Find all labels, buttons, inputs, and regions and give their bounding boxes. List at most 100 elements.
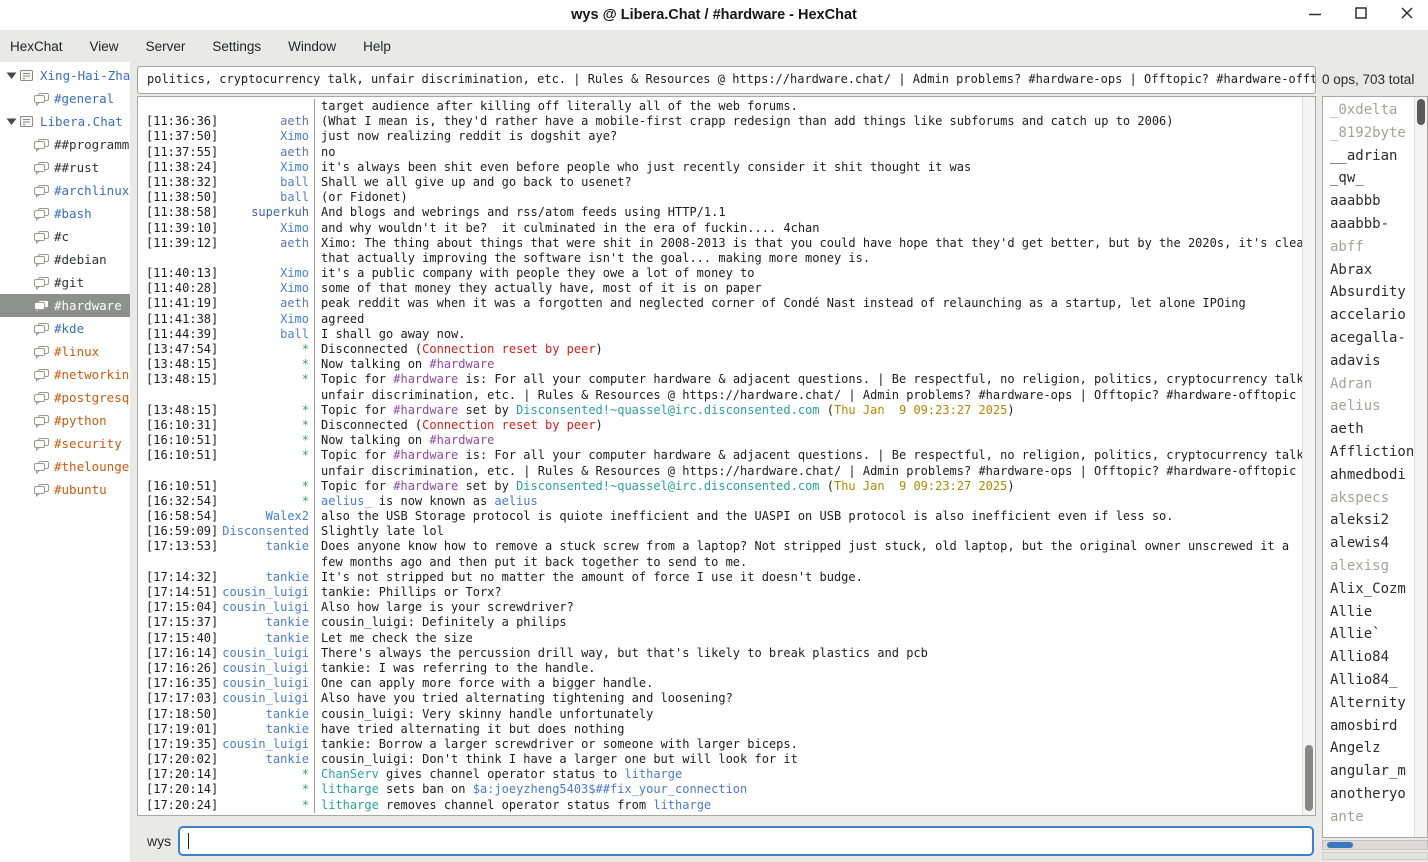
menu-item-window[interactable]: Window — [288, 39, 336, 54]
user-item[interactable]: Allie — [1330, 601, 1414, 624]
chat-nick[interactable]: * — [219, 433, 314, 448]
tree-channel-bash[interactable]: #bash — [0, 202, 130, 225]
chat-nick[interactable]: tankie — [219, 722, 314, 737]
chat-nick[interactable]: * — [219, 767, 314, 782]
chat-nick[interactable]: * — [219, 403, 314, 418]
user-item[interactable]: Abrax — [1330, 259, 1414, 282]
maximize-button[interactable] — [1344, 0, 1378, 30]
chat-nick[interactable]: * — [219, 479, 314, 494]
close-button[interactable] — [1390, 0, 1424, 30]
tree-channel-ubuntu[interactable]: #ubuntu — [0, 478, 130, 501]
expander-icon[interactable] — [3, 71, 19, 80]
user-item[interactable]: alexisg — [1330, 555, 1414, 578]
user-item[interactable]: Allio84_ — [1330, 669, 1414, 692]
chat-nick[interactable]: tankie — [219, 752, 314, 767]
chat-scrollbar[interactable] — [1302, 97, 1315, 815]
tree-server-libera-chat[interactable]: Libera.Chat — [0, 110, 130, 133]
tree-channel-c[interactable]: #c — [0, 225, 130, 248]
chat-nick[interactable]: tankie — [219, 707, 314, 722]
tree-channel-postgresql[interactable]: #postgresql — [0, 386, 130, 409]
chat-nick[interactable]: aeth — [219, 236, 314, 251]
user-item[interactable]: _8192byte — [1330, 122, 1414, 145]
chat-nick[interactable]: * — [219, 782, 314, 797]
chat-nick[interactable]: aeth — [219, 114, 314, 129]
user-item[interactable]: Alternity — [1330, 692, 1414, 715]
tree-channel-kde[interactable]: #kde — [0, 317, 130, 340]
chat-nick[interactable]: Ximo — [219, 266, 314, 281]
user-list-scrollbar-thumb[interactable] — [1417, 99, 1425, 125]
user-item[interactable]: aaabbb — [1330, 190, 1414, 213]
chat-nick[interactable]: ball — [219, 327, 314, 342]
user-item[interactable]: alewis4 — [1330, 532, 1414, 555]
chat-nick[interactable]: superkuh — [219, 205, 314, 220]
menu-item-help[interactable]: Help — [363, 39, 391, 54]
tree-server-xing-hai-zhan[interactable]: Xing-Hai-Zhan — [0, 64, 130, 87]
tree-channel-git[interactable]: #git — [0, 271, 130, 294]
user-list-scrollbar[interactable] — [1414, 97, 1427, 837]
user-item[interactable]: abff — [1330, 236, 1414, 259]
menu-item-hexchat[interactable]: HexChat — [10, 39, 63, 54]
menu-item-server[interactable]: Server — [146, 39, 186, 54]
chat-nick[interactable]: * — [219, 372, 314, 387]
expander-icon[interactable] — [3, 117, 19, 126]
chat-nick[interactable]: cousin_luigi — [219, 600, 314, 615]
chat-nick[interactable]: aeth — [219, 145, 314, 160]
chat-nick[interactable]: cousin_luigi — [219, 737, 314, 752]
chat-nick[interactable]: * — [219, 418, 314, 433]
menu-item-settings[interactable]: Settings — [212, 39, 261, 54]
user-item[interactable]: amosbird — [1330, 715, 1414, 738]
chat-nick[interactable]: Disconsented — [219, 524, 314, 539]
chat-nick[interactable]: cousin_luigi — [219, 661, 314, 676]
message-input[interactable] — [178, 826, 1314, 856]
chat-nick[interactable]: tankie — [219, 539, 314, 554]
user-item[interactable]: aleksi2 — [1330, 509, 1414, 532]
tree-channel-linux[interactable]: #linux — [0, 340, 130, 363]
chat-nick[interactable]: aeth — [219, 296, 314, 311]
user-item[interactable]: acegalla- — [1330, 327, 1414, 350]
chat-nick[interactable]: * — [219, 448, 314, 463]
tree-channel-security[interactable]: #security — [0, 432, 130, 455]
user-item[interactable]: accelario — [1330, 304, 1414, 327]
chat-nick[interactable]: * — [219, 798, 314, 813]
menu-item-view[interactable]: View — [90, 39, 119, 54]
tree-channel-archlinux[interactable]: #archlinux — [0, 179, 130, 202]
user-item[interactable]: Adran — [1330, 373, 1414, 396]
user-item[interactable]: aaabbb- — [1330, 213, 1414, 236]
chat-nick[interactable]: * — [219, 494, 314, 509]
own-nick-label[interactable]: wys — [147, 830, 171, 852]
user-item[interactable]: Absurdity — [1330, 281, 1414, 304]
minimize-button[interactable] — [1298, 0, 1332, 30]
user-item[interactable]: anotheryo — [1330, 783, 1414, 806]
tree-channel-networking[interactable]: #networking — [0, 363, 130, 386]
user-list-hscrollbar-thumb[interactable] — [1327, 842, 1353, 848]
tree-channel-thelounge[interactable]: #thelounge — [0, 455, 130, 478]
chat-scrollbar-thumb[interactable] — [1305, 745, 1313, 811]
chat-nick[interactable]: * — [219, 342, 314, 357]
chat-nick[interactable]: Ximo — [219, 221, 314, 236]
tree-channel-debian[interactable]: #debian — [0, 248, 130, 271]
user-list-hscrollbar[interactable] — [1322, 840, 1428, 850]
chat-nick[interactable]: ball — [219, 175, 314, 190]
bottom-hscrollbar[interactable] — [1322, 852, 1428, 860]
topic-bar[interactable]: politics, cryptocurrency talk, unfair di… — [137, 66, 1316, 94]
chat-nick[interactable]: ball — [219, 190, 314, 205]
tree-channel-programming[interactable]: ##programming — [0, 133, 130, 156]
chat-nick[interactable]: cousin_luigi — [219, 676, 314, 691]
user-item[interactable]: adavis — [1330, 350, 1414, 373]
user-item[interactable]: Angelz — [1330, 737, 1414, 760]
user-item[interactable]: Allio84 — [1330, 646, 1414, 669]
user-item[interactable]: ante — [1330, 806, 1414, 829]
user-item[interactable]: Alix_Cozm — [1330, 578, 1414, 601]
chat-nick[interactable]: tankie — [219, 631, 314, 646]
chat-nick[interactable]: * — [219, 357, 314, 372]
user-item[interactable]: __adrian — [1330, 145, 1414, 168]
chat-nick[interactable]: cousin_luigi — [219, 585, 314, 600]
chat-nick[interactable]: Walex2 — [219, 509, 314, 524]
user-item[interactable]: _qw_ — [1330, 167, 1414, 190]
tree-channel-hardware[interactable]: #hardware — [0, 294, 130, 317]
user-item[interactable]: Allie` — [1330, 623, 1414, 646]
user-item[interactable]: aeth — [1330, 418, 1414, 441]
chat-nick[interactable]: cousin_luigi — [219, 691, 314, 706]
tree-channel-rust[interactable]: ##rust — [0, 156, 130, 179]
chat-nick[interactable]: Ximo — [219, 129, 314, 144]
